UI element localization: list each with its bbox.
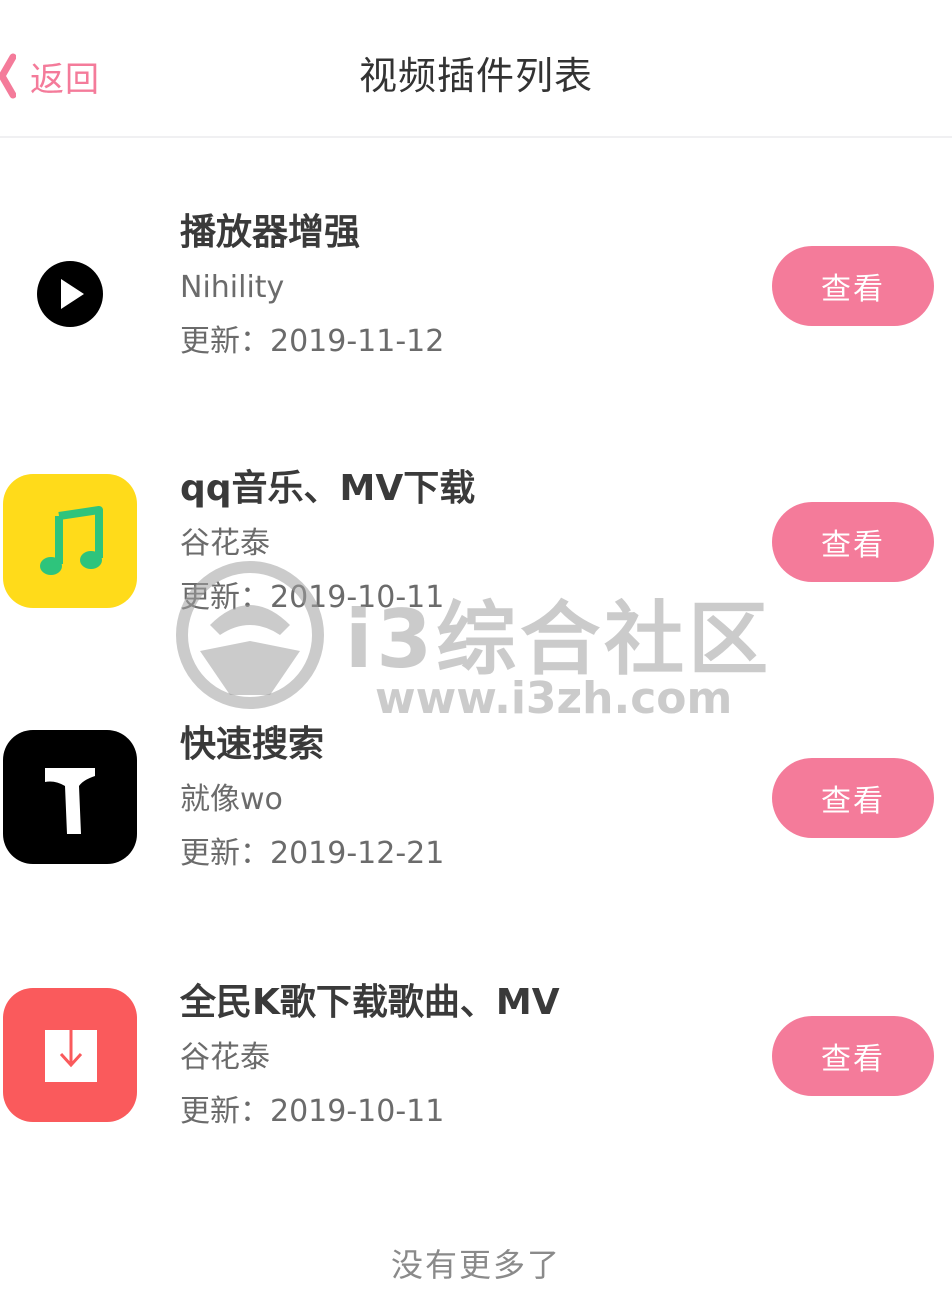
- plugin-author: 就像wo: [180, 782, 283, 817]
- plugin-name: qq音乐、MV下载: [180, 468, 476, 509]
- plugin-item: qq音乐、MV下载 谷花泰 更新：2019-10-11 查看: [0, 464, 952, 664]
- plugin-updated-date: 更新：2019-11-12: [180, 324, 445, 359]
- plugin-author: Nihility: [180, 270, 285, 305]
- play-circle-icon: [3, 218, 137, 352]
- view-button[interactable]: 查看: [772, 758, 934, 838]
- hammer-icon: [3, 730, 137, 864]
- plugin-updated-date: 更新：2019-12-21: [180, 836, 445, 871]
- watermark-url: www.i3zh.com: [375, 673, 733, 724]
- plugin-updated-date: 更新：2019-10-11: [180, 1094, 445, 1129]
- plugin-item: 全民K歌下载歌曲、MV 谷花泰 更新：2019-10-11 查看: [0, 978, 952, 1178]
- plugin-author: 谷花泰: [180, 1040, 270, 1075]
- view-button[interactable]: 查看: [772, 246, 934, 326]
- plugin-name: 全民K歌下载歌曲、MV: [180, 982, 560, 1023]
- plugin-name: 播放器增强: [180, 212, 361, 253]
- plugin-author: 谷花泰: [180, 526, 270, 561]
- plugin-name: 快速搜索: [180, 724, 325, 765]
- no-more-text: 没有更多了: [390, 1246, 561, 1284]
- view-button[interactable]: 查看: [772, 502, 934, 582]
- plugin-item: 快速搜索 就像wo 更新：2019-12-21 查看: [0, 720, 952, 920]
- music-note-icon: [3, 474, 137, 608]
- download-icon: [3, 988, 137, 1122]
- top-nav-bar: 返回 视频插件列表: [0, 0, 952, 138]
- page-title: 视频插件列表: [358, 54, 593, 98]
- view-button[interactable]: 查看: [772, 1016, 934, 1096]
- plugin-item: 播放器增强 Nihility 更新：2019-11-12 查看: [0, 208, 952, 408]
- plugin-updated-date: 更新：2019-10-11: [180, 580, 445, 615]
